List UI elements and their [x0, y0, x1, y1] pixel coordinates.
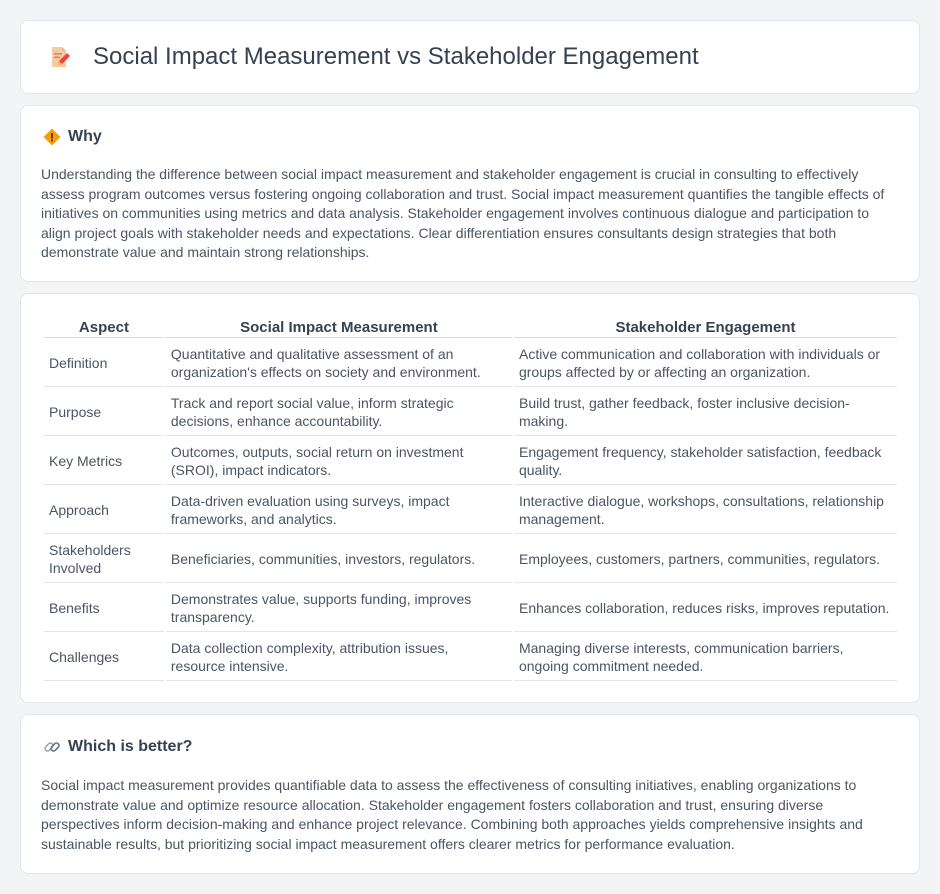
why-heading: Why [68, 128, 102, 145]
table-row: Key Metrics Outcomes, outputs, social re… [44, 436, 897, 485]
column-header-aspect: Aspect [44, 314, 164, 338]
row-aspect: Benefits [44, 583, 164, 632]
row-stakeholder: Enhances collaboration, reduces risks, i… [513, 583, 897, 632]
link-icon [44, 742, 60, 752]
row-aspect: Challenges [44, 632, 164, 681]
comparison-table: Aspect Social Impact Measurement Stakeho… [42, 314, 899, 681]
row-stakeholder: Build trust, gather feedback, foster inc… [513, 387, 897, 436]
table-row: Approach Data-driven evaluation using su… [44, 485, 897, 534]
column-header-social-impact: Social Impact Measurement [165, 314, 512, 338]
which-is-better-section: Which is better? Social impact measureme… [20, 714, 920, 874]
row-aspect: Key Metrics [44, 436, 164, 485]
document-edit-icon [52, 47, 70, 67]
why-heading-row: Why [43, 128, 102, 146]
row-stakeholder: Active communication and collaboration w… [513, 338, 897, 387]
row-social-impact: Demonstrates value, supports funding, im… [165, 583, 512, 632]
table-row: Challenges Data collection complexity, a… [44, 632, 897, 681]
page-title: Social Impact Measurement vs Stakeholder… [93, 43, 699, 70]
comparison-section: Aspect Social Impact Measurement Stakeho… [20, 293, 920, 703]
table-row: Benefits Demonstrates value, supports fu… [44, 583, 897, 632]
diamond-alert-icon [43, 128, 61, 146]
row-social-impact: Data-driven evaluation using surveys, im… [165, 485, 512, 534]
row-aspect: Purpose [44, 387, 164, 436]
table-header-row: Aspect Social Impact Measurement Stakeho… [44, 314, 897, 338]
row-social-impact: Quantitative and qualitative assessment … [165, 338, 512, 387]
better-text: Social impact measurement provides quant… [41, 777, 863, 852]
row-aspect: Stakeholders Involved [44, 534, 164, 583]
row-stakeholder: Employees, customers, partners, communit… [513, 534, 897, 583]
row-aspect: Definition [44, 338, 164, 387]
row-social-impact: Outcomes, outputs, social return on inve… [165, 436, 512, 485]
better-heading: Which is better? [68, 738, 193, 755]
row-stakeholder: Engagement frequency, stakeholder satisf… [513, 436, 897, 485]
column-header-stakeholder: Stakeholder Engagement [513, 314, 897, 338]
better-heading-row: Which is better? [43, 738, 192, 756]
table-row: Purpose Track and report social value, i… [44, 387, 897, 436]
row-stakeholder: Managing diverse interests, communicatio… [513, 632, 897, 681]
row-social-impact: Track and report social value, inform st… [165, 387, 512, 436]
title-card: Social Impact Measurement vs Stakeholder… [20, 20, 920, 94]
row-social-impact: Data collection complexity, attribution … [165, 632, 512, 681]
why-section: Why Understanding the difference between… [20, 105, 920, 282]
row-stakeholder: Interactive dialogue, workshops, consult… [513, 485, 897, 534]
row-aspect: Approach [44, 485, 164, 534]
table-row: Stakeholders Involved Beneficiaries, com… [44, 534, 897, 583]
row-social-impact: Beneficiaries, communities, investors, r… [165, 534, 512, 583]
why-text: Understanding the difference between soc… [41, 166, 885, 261]
table-row: Definition Quantitative and qualitative … [44, 338, 897, 387]
